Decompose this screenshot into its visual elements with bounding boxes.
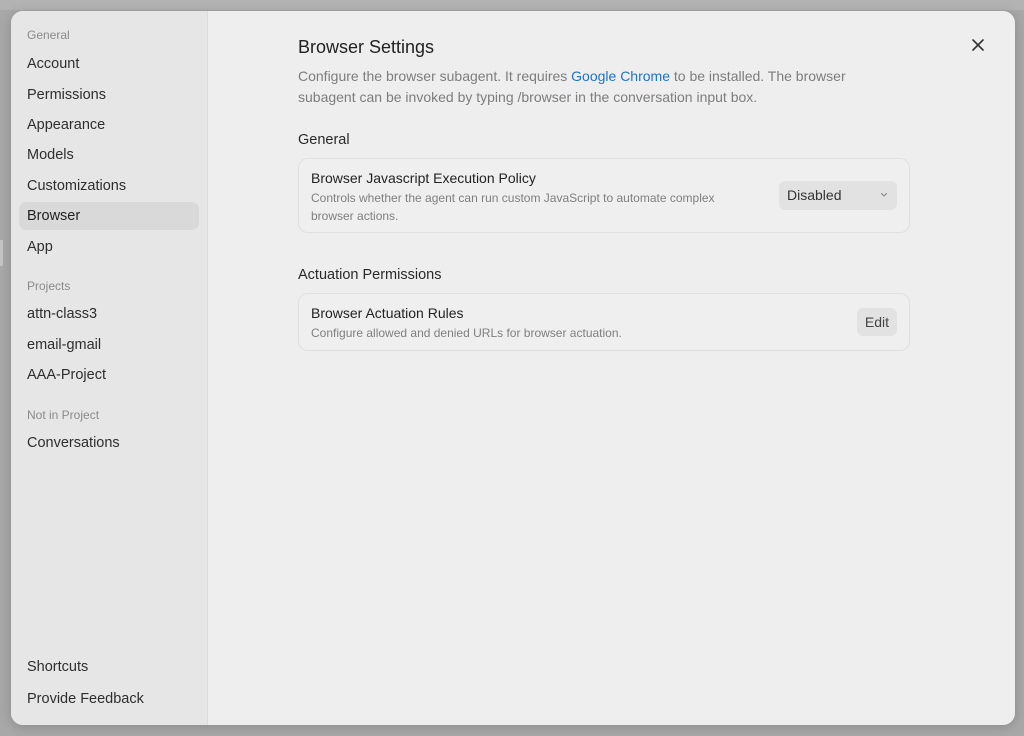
setting-description-js-policy: Controls whether the agent can run custo… — [311, 191, 715, 223]
settings-dialog: General Account Permissions Appearance M… — [11, 11, 1015, 725]
sidebar-section-general: General — [27, 28, 70, 42]
page-description: Configure the browser subagent. It requi… — [298, 66, 898, 108]
close-icon — [972, 39, 984, 51]
description-text-start: Configure the browser subagent. It requi… — [298, 68, 572, 84]
sidebar-item-models[interactable]: Models — [19, 141, 199, 169]
backdrop — [0, 0, 1024, 10]
sidebar-section-projects: Projects — [27, 279, 71, 293]
setting-title-js-policy: Browser Javascript Execution Policy — [311, 170, 536, 186]
page-title: Browser Settings — [298, 37, 435, 57]
setting-card-js-policy: Browser Javascript Execution Policy Cont… — [298, 158, 910, 233]
setting-description-actuation-rules: Configure allowed and denied URLs for br… — [311, 326, 622, 340]
sidebar-item-project-email-gmail[interactable]: email-gmail — [19, 331, 199, 359]
setting-title-actuation-rules: Browser Actuation Rules — [311, 305, 464, 321]
settings-sidebar: General Account Permissions Appearance M… — [11, 11, 208, 725]
sidebar-item-browser[interactable]: Browser — [19, 202, 199, 230]
sidebar-item-project-attn-class3[interactable]: attn-class3 — [19, 300, 199, 328]
setting-card-actuation-rules: Browser Actuation Rules Configure allowe… — [298, 293, 910, 351]
sidebar-item-app[interactable]: App — [19, 233, 199, 261]
close-button[interactable] — [966, 33, 990, 57]
sidebar-item-project-aaa-project[interactable]: AAA-Project — [19, 361, 199, 389]
backdrop-edge — [0, 240, 3, 266]
edit-actuation-rules-button[interactable]: Edit — [856, 308, 897, 336]
sidebar-item-customizations[interactable]: Customizations — [19, 172, 199, 200]
sidebar-item-account[interactable]: Account — [19, 50, 199, 78]
sidebar-item-shortcuts[interactable]: Shortcuts — [19, 653, 199, 681]
section-heading-general: General — [298, 132, 350, 148]
sidebar-section-not-in-project: Not in Project — [27, 408, 100, 422]
sidebar-item-permissions[interactable]: Permissions — [19, 81, 199, 109]
chevron-down-icon — [880, 192, 888, 197]
sidebar-item-conversations[interactable]: Conversations — [19, 429, 199, 457]
sidebar-item-provide-feedback[interactable]: Provide Feedback — [19, 685, 199, 713]
js-policy-selected-value: Disabled — [787, 187, 842, 203]
section-heading-actuation-permissions: Actuation Permissions — [298, 267, 442, 283]
js-policy-select[interactable]: Disabled — [779, 181, 897, 210]
sidebar-item-appearance[interactable]: Appearance — [19, 111, 199, 139]
settings-content: Browser Settings Configure the browser s… — [208, 11, 1015, 725]
google-chrome-link[interactable]: Google Chrome — [571, 68, 670, 84]
